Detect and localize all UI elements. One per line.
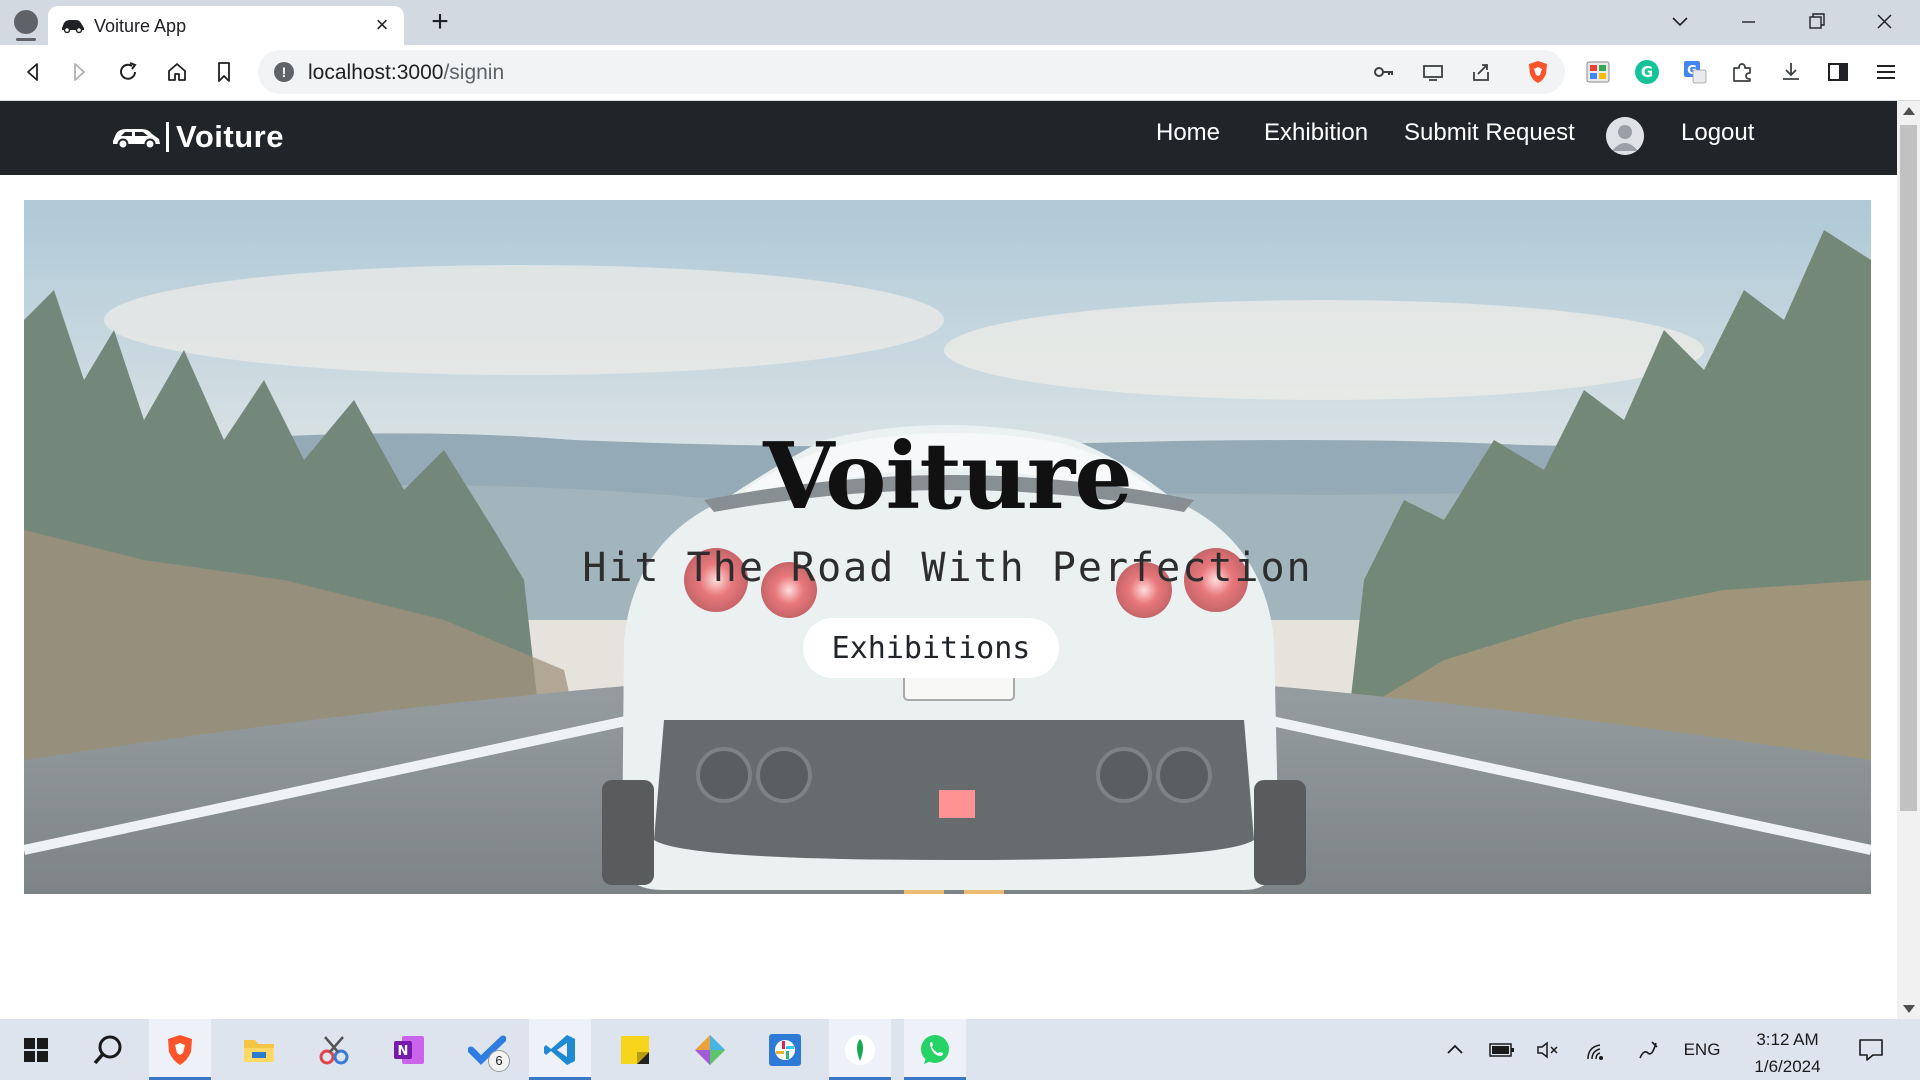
brand-divider [166, 122, 169, 152]
tray-overflow-chevron-icon[interactable] [1443, 1037, 1467, 1063]
browser-toolbar: ! localhost:3000/signin G G [0, 45, 1920, 101]
taskbar-onenote[interactable]: N [378, 1019, 440, 1080]
taskbar-snipping-tool[interactable] [303, 1019, 365, 1080]
restore-icon[interactable] [1794, 8, 1838, 36]
scroll-up-arrow-icon[interactable] [1903, 107, 1915, 115]
bookmark-icon [218, 62, 230, 82]
reload-icon [120, 62, 137, 80]
taskbar-slack[interactable] [754, 1019, 816, 1080]
sidebar-icon[interactable] [1821, 55, 1855, 89]
wifi-icon[interactable] [1585, 1037, 1611, 1063]
scissors-icon [319, 1035, 349, 1064]
svg-text:G: G [1641, 63, 1653, 81]
reload-button[interactable] [111, 55, 145, 89]
language-indicator[interactable]: ENG [1682, 1037, 1722, 1063]
taskbar-file-explorer[interactable] [228, 1019, 290, 1080]
site-navbar: Voiture Home Exhibition Submit Request L… [0, 101, 1897, 175]
bookmark-button[interactable] [207, 55, 241, 89]
taskbar-sticky-notes[interactable] [604, 1019, 666, 1080]
page-scrollbar[interactable] [1897, 101, 1920, 1019]
hero-title: Voiture [763, 422, 1133, 530]
url-text[interactable]: localhost:3000/signin [308, 61, 504, 85]
key-icon[interactable] [1370, 58, 1398, 86]
brand-logo[interactable]: Voiture [110, 115, 284, 159]
home-icon [168, 63, 186, 81]
extension-windows-icon[interactable] [1581, 55, 1615, 89]
battery-icon[interactable] [1488, 1037, 1516, 1063]
browser-tab[interactable]: Voiture App × [48, 6, 404, 45]
windows-logo-icon [24, 1037, 48, 1062]
onenote-icon: N [394, 1035, 424, 1064]
brand-name: Voiture [176, 119, 284, 154]
clock-time: 3:12 AM [1756, 1030, 1819, 1049]
hero-subtitle: Hit The Road With Perfection [582, 545, 1313, 591]
svg-text:N: N [398, 1044, 409, 1059]
clock-date: 1/6/2024 [1754, 1057, 1821, 1076]
search-button[interactable] [77, 1019, 139, 1080]
folder-icon [244, 1039, 274, 1062]
volume-muted-icon[interactable] [1535, 1037, 1561, 1063]
back-arrow-icon [27, 63, 38, 81]
tab-search-chevron-icon[interactable] [1658, 8, 1702, 36]
menu-icon[interactable] [1869, 55, 1903, 89]
taskbar-todo[interactable]: 6 [456, 1019, 518, 1080]
tab-title: Voiture App [94, 16, 187, 36]
translate-icon[interactable]: G [1678, 55, 1712, 89]
new-tab-button[interactable]: + [425, 7, 455, 38]
site-info-icon[interactable]: ! [274, 62, 294, 82]
sticky-notes-icon [621, 1035, 649, 1064]
cast-icon[interactable] [1419, 58, 1447, 86]
todo-badge: 6 [488, 1050, 510, 1072]
profile-indicator [16, 38, 36, 41]
notification-center-icon[interactable] [1856, 1037, 1886, 1063]
git-diamond-icon [695, 1034, 725, 1065]
url-host: localhost:3000 [308, 61, 444, 84]
forward-button[interactable] [62, 55, 96, 89]
forward-arrow-icon [74, 63, 85, 81]
car-logo-icon [113, 129, 160, 150]
scroll-down-arrow-icon[interactable] [1903, 1005, 1915, 1013]
extensions-puzzle-icon[interactable] [1725, 55, 1759, 89]
taskbar-brave[interactable] [149, 1019, 211, 1080]
start-button[interactable] [5, 1019, 67, 1080]
brave-browser-icon [168, 1034, 192, 1065]
profile-icon[interactable] [14, 10, 38, 34]
scroll-thumb[interactable] [1900, 125, 1917, 811]
hero-banner: Voiture Hit The Road With Perfection Exh… [24, 200, 1871, 894]
share-icon[interactable] [1467, 58, 1495, 86]
url-path: /signin [443, 61, 505, 84]
pen-ink-icon[interactable] [1635, 1037, 1661, 1063]
browser-tab-strip: Voiture App × + [0, 0, 1920, 45]
system-clock[interactable]: 3:12 AM 1/6/2024 [1720, 1026, 1855, 1080]
taskbar-whatsapp[interactable] [904, 1019, 966, 1080]
grammarly-icon[interactable]: G [1630, 55, 1664, 89]
avatar-person-icon [1606, 117, 1644, 155]
user-avatar[interactable] [1606, 117, 1644, 155]
slack-icon [769, 1033, 801, 1066]
taskbar-git-app[interactable] [679, 1019, 741, 1080]
windows-taskbar: N 6 ENG 3:12 AM 1/6/2024 [0, 1019, 1920, 1080]
downloads-icon[interactable] [1774, 55, 1808, 89]
nav-logout-link[interactable]: Logout [1681, 119, 1754, 147]
home-button[interactable] [160, 55, 194, 89]
taskbar-mongodb-compass[interactable] [829, 1019, 891, 1080]
tab-close-icon[interactable]: × [370, 13, 394, 37]
nav-exhibition-link[interactable]: Exhibition [1264, 119, 1368, 147]
taskbar-vscode[interactable] [529, 1019, 591, 1080]
mongodb-leaf-icon [845, 1034, 875, 1065]
car-favicon-icon [62, 20, 84, 34]
nav-submit-request-link[interactable]: Submit Request [1404, 119, 1575, 147]
nav-home-link[interactable]: Home [1156, 119, 1220, 147]
address-bar[interactable]: ! localhost:3000/signin [258, 50, 1565, 94]
minimize-icon[interactable] [1726, 8, 1770, 36]
exhibitions-button[interactable]: Exhibitions [803, 618, 1059, 678]
vscode-icon [544, 1034, 575, 1065]
brave-shields-icon[interactable] [1524, 58, 1552, 86]
search-icon [93, 1035, 122, 1064]
back-button[interactable] [16, 55, 50, 89]
close-window-icon[interactable] [1862, 8, 1906, 36]
whatsapp-icon [921, 1034, 949, 1064]
